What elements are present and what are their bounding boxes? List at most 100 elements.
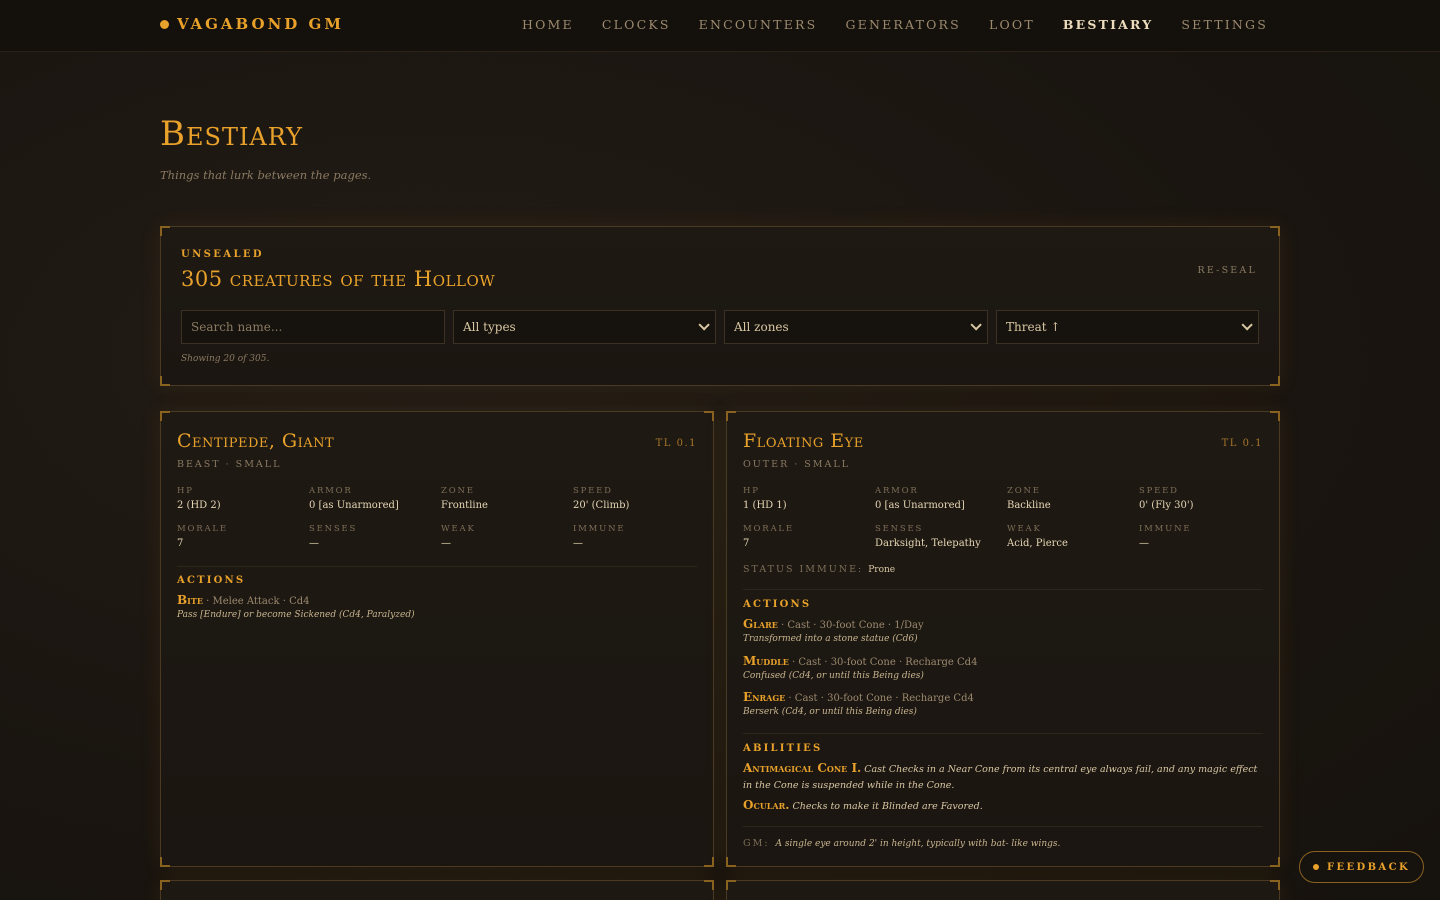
filter-panel: UNSEALED 305 creatures of the Hollow RE-… <box>160 226 1280 386</box>
nav-encounters[interactable]: ENCOUNTERS <box>699 17 818 32</box>
stat-label: IMMUNE <box>573 524 626 534</box>
nav-generators[interactable]: GENERATORS <box>845 17 961 32</box>
nav-clocks[interactable]: CLOCKS <box>602 17 671 32</box>
action-detail: · Melee Attack · Cd4 <box>202 596 310 607</box>
creature-card: Centipede, Giant TL 0.1 BEAST · SMALL HP… <box>160 411 714 867</box>
stat-value: — <box>1139 538 1149 549</box>
action-effect: Confused (Cd4, or until this Being dies) <box>743 671 924 681</box>
corner-ornament <box>726 411 736 421</box>
stat-hp: HP 1 (HD 1) <box>743 486 873 511</box>
corner-ornament <box>726 880 736 890</box>
actions-heading: ACTIONS <box>743 599 812 610</box>
corner-ornament <box>160 411 170 421</box>
stat-armor: ARMOR 0 [as Unarmored] <box>875 486 1005 511</box>
actions-heading: ACTIONS <box>177 575 246 586</box>
brand-logo[interactable]: VAGABOND GM <box>160 15 344 33</box>
search-input[interactable] <box>191 320 435 334</box>
feedback-button[interactable]: FEEDBACK <box>1299 851 1424 883</box>
action-name: Bite <box>177 593 203 607</box>
threat-level: TL 0.1 <box>1221 438 1263 449</box>
gm-note: GM: A single eye around 2' in height, typ… <box>743 838 1060 849</box>
stat-value: 0' (Fly 30') <box>1139 500 1194 511</box>
creature-type: OUTER · SMALL <box>743 459 850 470</box>
stat-zone: ZONE Backline <box>1007 486 1137 511</box>
sort-select-value: Threat ↑ <box>1006 320 1061 334</box>
action-effect: Berserk (Cd4, or until this Being dies) <box>743 707 917 717</box>
action-effect: Transformed into a stone statue (Cd6) <box>743 634 918 644</box>
stat-value: 2 (HD 2) <box>177 500 221 511</box>
corner-ornament <box>160 857 170 867</box>
results-count: Showing 20 of 305. <box>181 354 270 364</box>
stat-label: ARMOR <box>875 486 919 496</box>
chevron-down-icon <box>970 319 982 331</box>
stat-label: MORALE <box>177 524 228 534</box>
corner-ornament <box>1270 226 1280 236</box>
stat-zone: ZONE Frontline <box>441 486 571 511</box>
corner-ornament <box>704 411 714 421</box>
corner-ornament <box>1270 857 1280 867</box>
stat-value: Darksight, Telepathy <box>875 538 981 549</box>
action-detail: · Cast · 30-foot Cone · Recharge Cd4 <box>788 657 978 668</box>
page-subtitle: Things that lurk between the pages. <box>160 168 372 182</box>
abilities-heading: ABILITIES <box>743 743 823 754</box>
stat-value: 7 <box>177 538 184 549</box>
action-detail: · Cast · 30-foot Cone · 1/Day <box>777 620 924 631</box>
action-effect: Pass [Endure] or become Sickened (Cd4, P… <box>177 610 415 620</box>
action-item: Enrage · Cast · 30-foot Cone · Recharge … <box>743 690 1263 717</box>
stat-value: 20' (Climb) <box>573 500 630 511</box>
action-line: Glare · Cast · 30-foot Cone · 1/Day <box>743 617 1263 631</box>
creature-card <box>726 880 1280 900</box>
stat-label: HP <box>743 486 760 496</box>
stat-immune: IMMUNE — <box>1139 524 1269 549</box>
action-line: Muddle · Cast · 30-foot Cone · Recharge … <box>743 654 1263 668</box>
stat-value: 1 (HD 1) <box>743 500 787 511</box>
stat-hp: HP 2 (HD 2) <box>177 486 307 511</box>
sort-select[interactable]: Threat ↑ <box>996 310 1259 344</box>
corner-ornament <box>726 857 736 867</box>
stat-value: 7 <box>743 538 750 549</box>
corner-ornament <box>1270 411 1280 421</box>
divider <box>743 826 1263 827</box>
brand-dot-icon <box>160 19 169 29</box>
status-immune-value: Prone <box>868 565 896 575</box>
reseal-button[interactable]: RE-SEAL <box>1198 265 1258 276</box>
ability-item: Antimagical Cone I. Cast Checks in a Nea… <box>743 760 1263 794</box>
stat-speed: SPEED 0' (Fly 30') <box>1139 486 1269 511</box>
divider <box>743 733 1263 734</box>
chevron-down-icon <box>1241 319 1253 331</box>
zone-select[interactable]: All zones <box>724 310 988 344</box>
main-nav: HOME CLOCKS ENCOUNTERS GENERATORS LOOT B… <box>522 17 1268 32</box>
corner-ornament <box>1270 880 1280 890</box>
action-name: Enrage <box>743 690 786 704</box>
type-select[interactable]: All types <box>453 310 716 344</box>
corner-ornament <box>1270 376 1280 386</box>
stat-value: — <box>441 538 451 549</box>
stat-value: 0 [as Unarmored] <box>309 500 399 511</box>
creature-name: Centipede, Giant <box>177 430 335 452</box>
corner-ornament <box>704 857 714 867</box>
stat-value: Frontline <box>441 500 488 511</box>
creature-name: Floating Eye <box>743 430 864 452</box>
divider <box>177 566 697 567</box>
search-field <box>181 310 445 344</box>
chevron-down-icon <box>698 319 710 331</box>
stat-morale: MORALE 7 <box>743 524 873 549</box>
nav-bestiary[interactable]: BESTIARY <box>1063 17 1154 32</box>
zone-select-value: All zones <box>734 320 789 334</box>
ability-item: Ocular. Checks to make it Blinded are Fa… <box>743 797 1263 815</box>
filter-eyebrow: UNSEALED <box>181 249 264 260</box>
nav-loot[interactable]: LOOT <box>989 17 1035 32</box>
stat-immune: IMMUNE — <box>573 524 703 549</box>
creature-type: BEAST · SMALL <box>177 459 282 470</box>
nav-settings[interactable]: SETTINGS <box>1181 17 1268 32</box>
action-name: Glare <box>743 617 778 631</box>
nav-home[interactable]: HOME <box>522 17 574 32</box>
filter-heading: 305 creatures of the Hollow <box>181 267 496 291</box>
stat-morale: MORALE 7 <box>177 524 307 549</box>
action-item: Bite · Melee Attack · Cd4 Pass [Endure] … <box>177 593 697 620</box>
feedback-label: FEEDBACK <box>1326 861 1411 873</box>
stat-armor: ARMOR 0 [as Unarmored] <box>309 486 439 511</box>
corner-ornament <box>160 226 170 236</box>
creature-card <box>160 880 714 900</box>
top-navbar: VAGABOND GM HOME CLOCKS ENCOUNTERS GENER… <box>0 0 1440 52</box>
